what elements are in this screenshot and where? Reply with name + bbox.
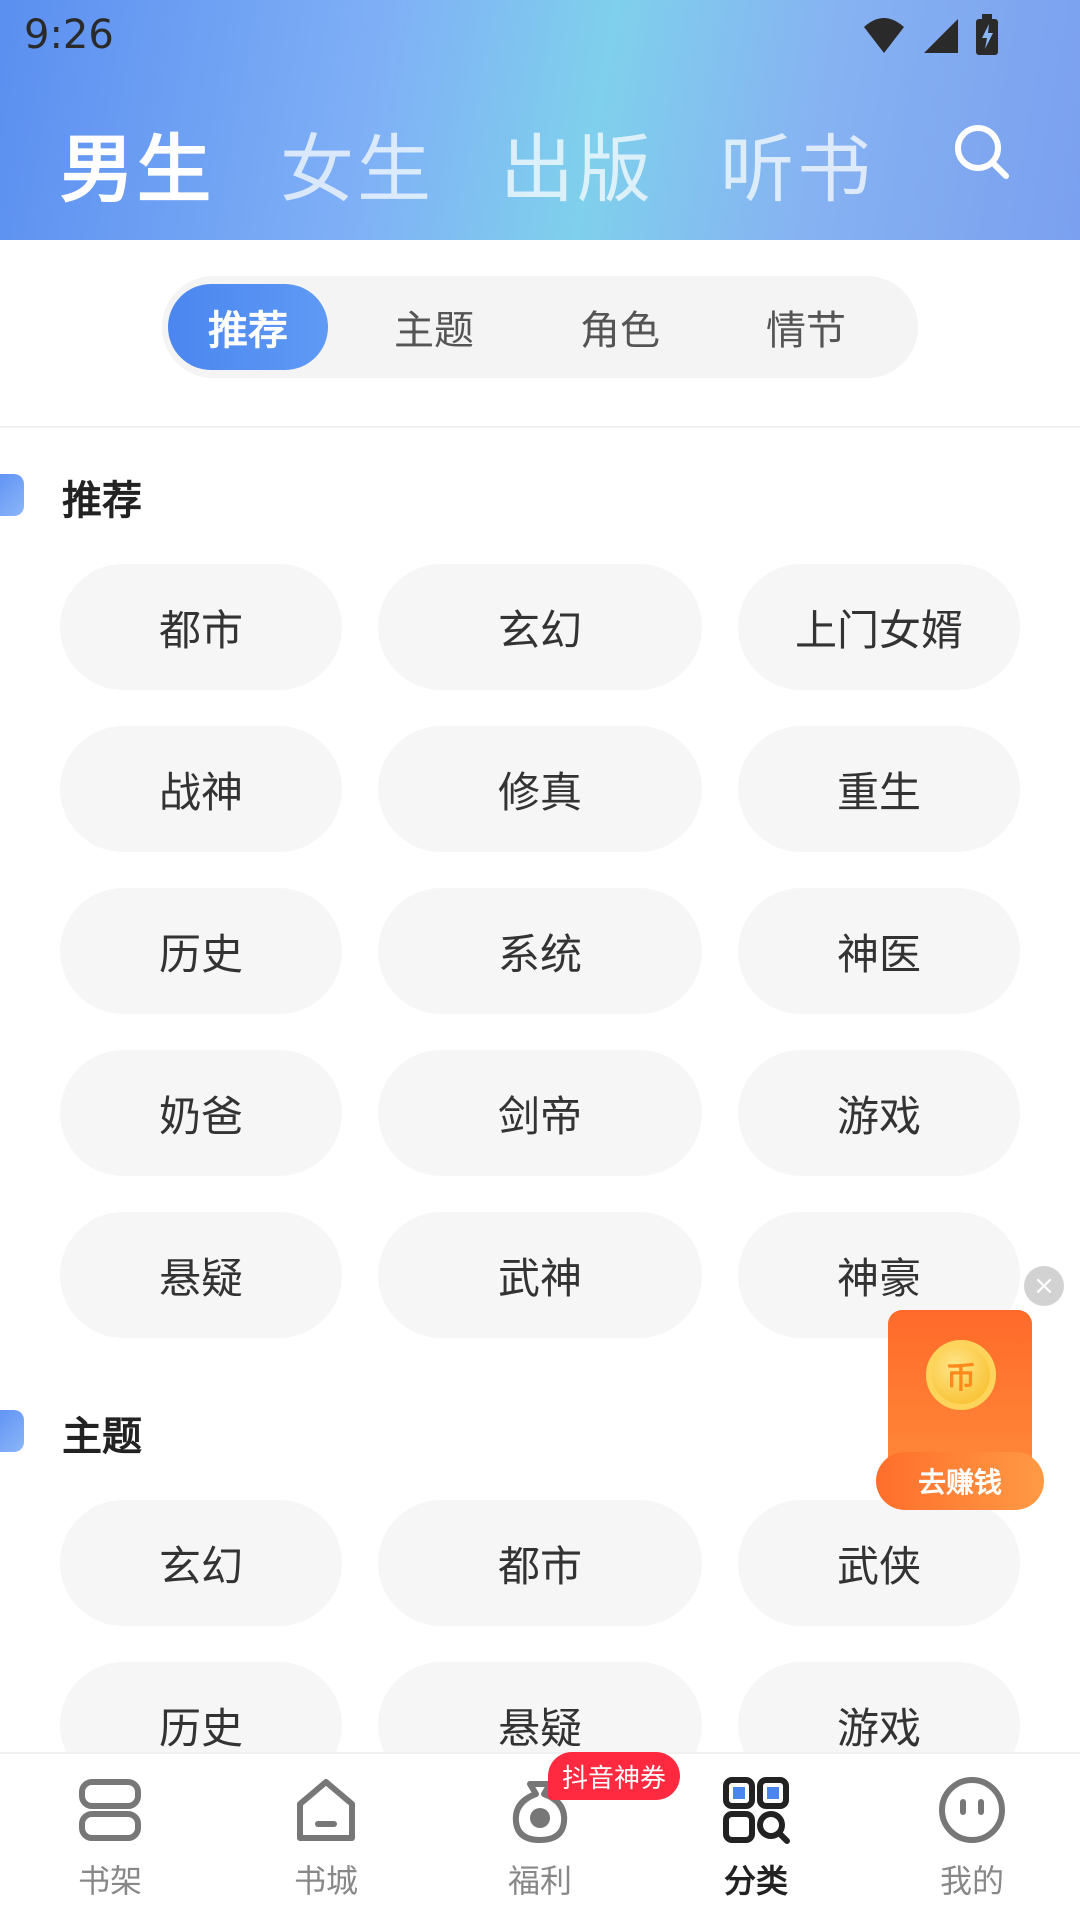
tag-chip[interactable]: 悬疑 (60, 1212, 342, 1338)
category-segment-control: 推荐 主题 角色 情节 (162, 276, 918, 378)
tag-chip[interactable]: 修真 (378, 726, 702, 852)
nav-label: 分类 (723, 1862, 788, 1900)
tag-chip[interactable]: 重生 (738, 726, 1020, 852)
profile-face-icon (939, 1777, 1005, 1843)
coin-icon: 币 (926, 1340, 996, 1410)
nav-label: 我的 (939, 1862, 1004, 1900)
tag-chip[interactable]: 游戏 (738, 1050, 1020, 1176)
tab-male[interactable]: 男生 (60, 110, 214, 217)
tag-chip[interactable]: 都市 (378, 1500, 702, 1626)
nav-category[interactable]: 分类 (686, 1774, 826, 1914)
tag-chip[interactable]: 玄幻 (60, 1500, 342, 1626)
tab-published[interactable]: 出版 (500, 110, 654, 217)
earn-money-button[interactable]: 去赚钱 (876, 1452, 1044, 1510)
nav-profile[interactable]: 我的 (902, 1774, 1042, 1914)
section-title-recommended: 推荐 (62, 478, 142, 524)
bookshelf-icon (79, 1779, 141, 1841)
tag-chip[interactable]: 都市 (60, 564, 342, 690)
tag-chip[interactable]: 奶爸 (60, 1050, 342, 1176)
tag-chip[interactable]: 剑帝 (378, 1050, 702, 1176)
top-tabs: 男生 女生 出版 听书 (60, 110, 874, 217)
tag-chip[interactable]: 战神 (60, 726, 342, 852)
nav-bookshelf[interactable]: 书架 (40, 1774, 180, 1914)
tag-chip[interactable]: 玄幻 (378, 564, 702, 690)
section-title-theme: 主题 (62, 1414, 142, 1460)
segment-recommended[interactable]: 推荐 (168, 284, 328, 370)
section-marker (0, 474, 24, 516)
tab-female[interactable]: 女生 (280, 110, 434, 217)
tag-chip[interactable]: 武侠 (738, 1500, 1020, 1626)
status-icons (862, 14, 1000, 56)
header-banner: 9:26 男生 女生 出版 听书 (0, 0, 1080, 240)
wifi-icon (864, 18, 904, 53)
bottom-nav: 书架 书城 福利 分类 我的 (0, 1752, 1080, 1920)
segment-character[interactable]: 角色 (540, 284, 700, 370)
signal-icon (924, 19, 958, 53)
nav-label: 福利 (507, 1862, 572, 1900)
tag-chip[interactable]: 武神 (378, 1212, 702, 1338)
status-time: 9:26 (24, 12, 114, 58)
section-marker (0, 1410, 24, 1452)
float-close-icon[interactable]: × (1024, 1266, 1064, 1306)
tab-audiobook[interactable]: 听书 (720, 110, 874, 217)
category-icon (723, 1777, 790, 1844)
nav-label: 书城 (293, 1862, 358, 1900)
divider (0, 426, 1080, 428)
nav-bookstore[interactable]: 书城 (256, 1774, 396, 1914)
welfare-badge: 抖音神券 (548, 1752, 681, 1800)
search-icon[interactable] (950, 120, 1014, 184)
segment-theme[interactable]: 主题 (354, 284, 514, 370)
tag-chip[interactable]: 系统 (378, 888, 702, 1014)
home-icon (297, 1779, 355, 1841)
segment-plot[interactable]: 情节 (726, 284, 886, 370)
tag-chip[interactable]: 神医 (738, 888, 1020, 1014)
battery-icon (976, 14, 998, 55)
nav-label: 书架 (77, 1862, 142, 1900)
tag-chip[interactable]: 历史 (60, 888, 342, 1014)
tag-chip[interactable]: 上门女婿 (738, 564, 1020, 690)
status-bar: 9:26 (0, 0, 1080, 72)
